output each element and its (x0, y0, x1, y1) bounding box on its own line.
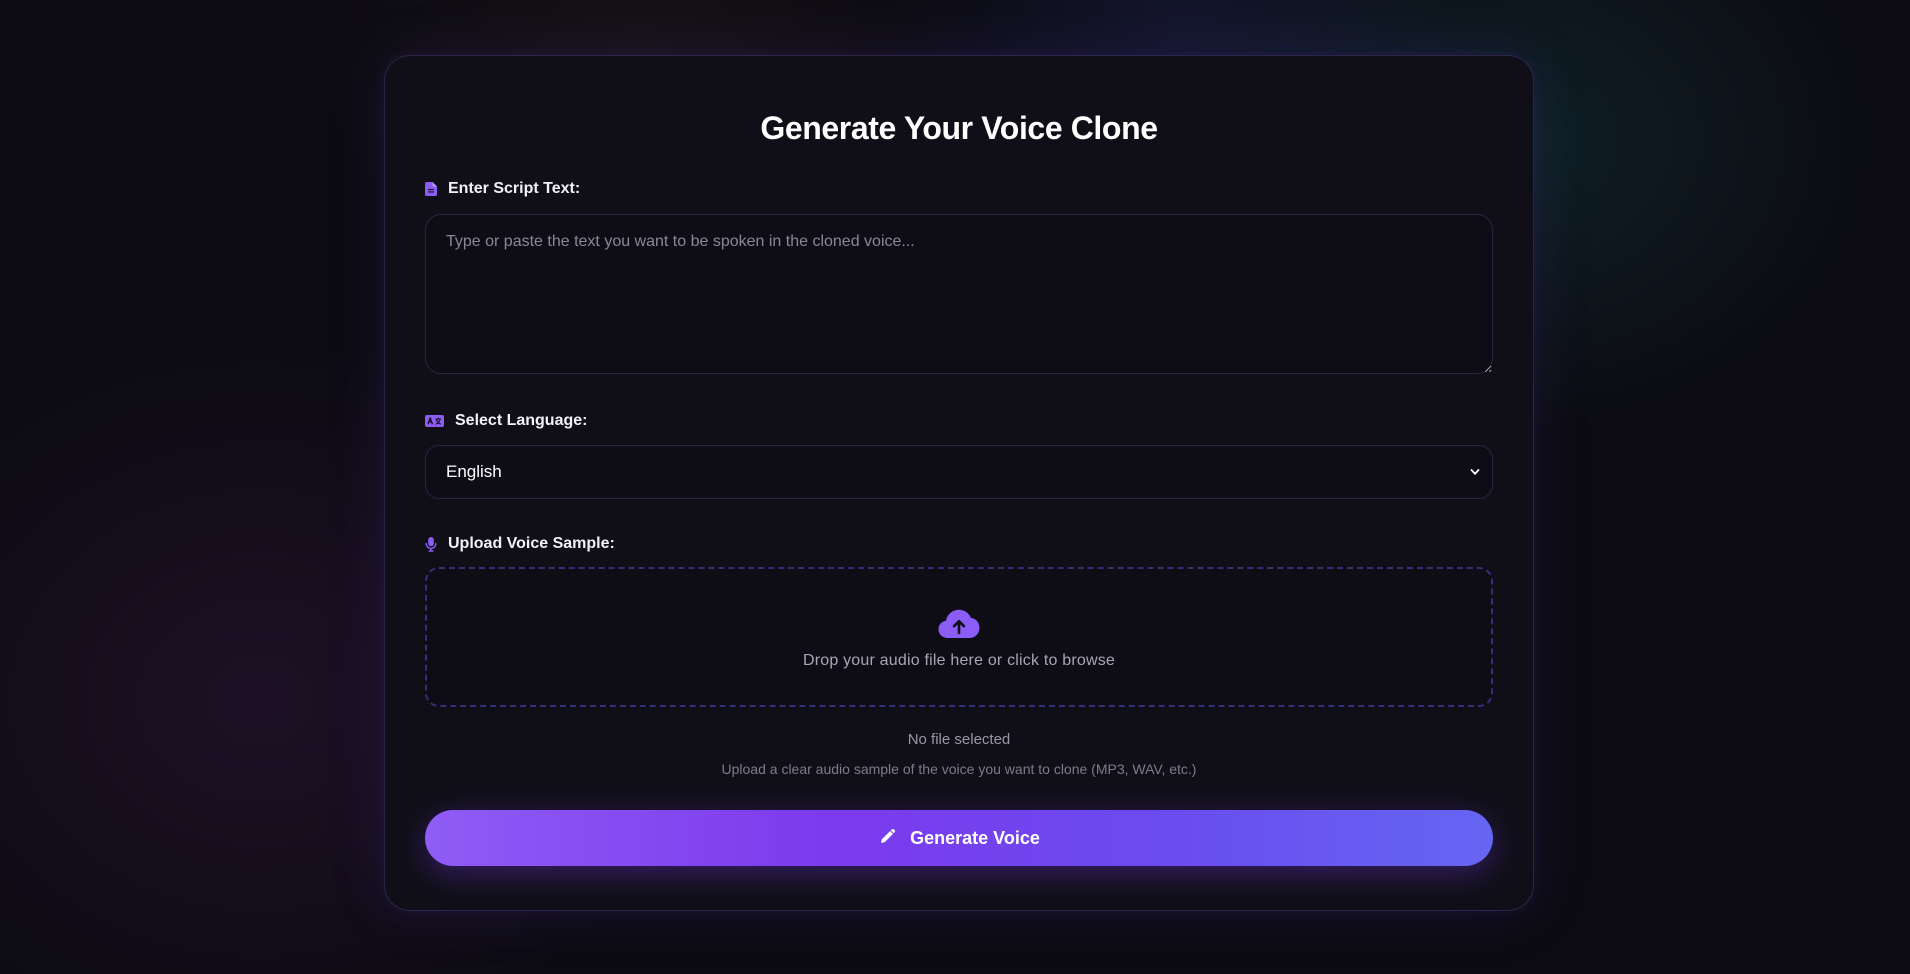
language-label-text: Select Language: (455, 412, 588, 429)
generate-voice-label: Generate Voice (910, 827, 1040, 848)
language-label: Select Language: (425, 410, 1493, 432)
script-text-input[interactable] (425, 214, 1493, 374)
script-label: Enter Script Text: (425, 178, 1493, 200)
generate-voice-button[interactable]: Generate Voice (425, 810, 1493, 866)
microphone-icon (425, 536, 437, 552)
chevron-down-icon[interactable] (1467, 464, 1483, 480)
document-icon (425, 182, 437, 196)
cloud-upload-icon (938, 609, 980, 644)
pencil-icon (878, 826, 898, 851)
upload-label-text: Upload Voice Sample: (448, 535, 615, 552)
language-icon (425, 415, 444, 427)
upload-label: Upload Voice Sample: (425, 533, 1493, 555)
page-title: Generate Your Voice Clone (760, 110, 1158, 146)
audio-drop-zone[interactable]: Drop your audio file here or click to br… (425, 567, 1493, 707)
upload-hint-text: Upload a clear audio sample of the voice… (721, 761, 1197, 777)
script-label-text: Enter Script Text: (448, 180, 581, 197)
drop-zone-text: Drop your audio file here or click to br… (802, 651, 1116, 669)
voice-clone-card: Generate Your Voice Clone Enter Script T… (384, 55, 1534, 911)
language-select[interactable]: English (425, 445, 1493, 499)
file-status-text: No file selected (907, 731, 1011, 748)
language-select-wrapper: English (425, 445, 1493, 499)
language-selected-value: English (446, 462, 502, 481)
